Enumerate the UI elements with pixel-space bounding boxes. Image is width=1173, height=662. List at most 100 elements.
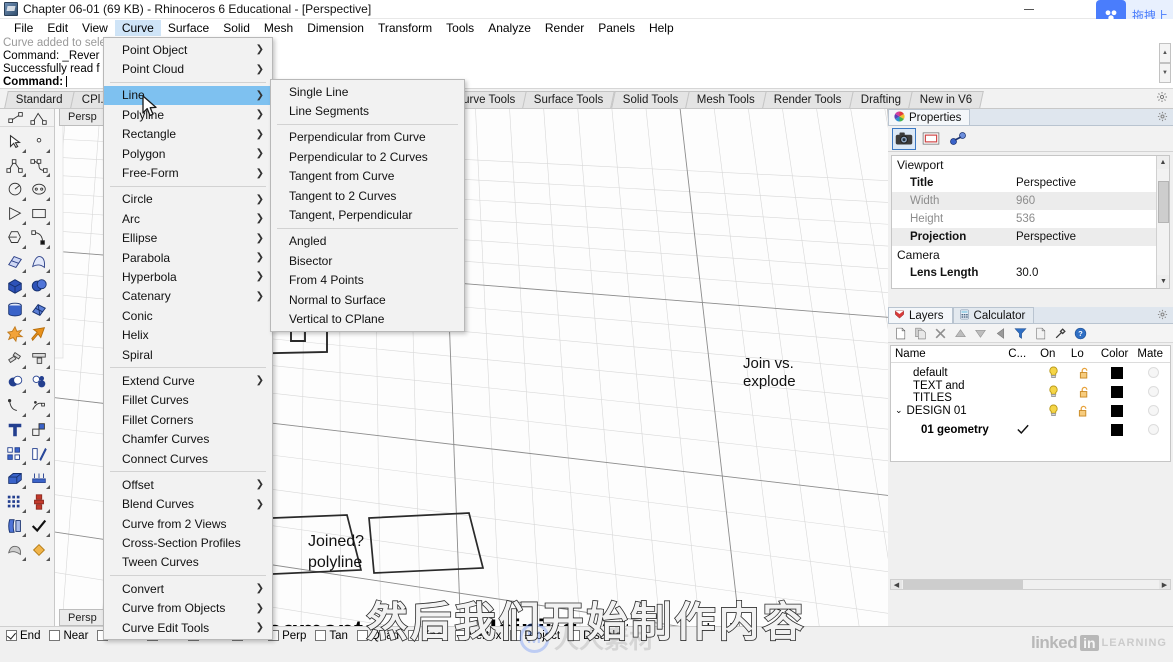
- table-row[interactable]: ⌄ DESIGN 01: [891, 401, 1170, 420]
- trim-icon[interactable]: [3, 346, 27, 370]
- menu-item-from-4-points[interactable]: From 4 Points: [271, 271, 464, 290]
- menu-item-parabola[interactable]: Parabola ❯: [104, 248, 272, 267]
- column-header-lock[interactable]: Lo: [1067, 348, 1097, 360]
- menu-item-curve-edit-tools[interactable]: Curve Edit Tools ❯: [104, 618, 272, 637]
- menu-file[interactable]: File: [7, 20, 40, 36]
- menu-item-point-object[interactable]: Point Object ❯: [104, 40, 272, 59]
- copy-object-icon[interactable]: [27, 418, 51, 442]
- cylinder-icon[interactable]: [3, 298, 27, 322]
- toolbar-tab-render-tools[interactable]: Render Tools: [762, 91, 854, 108]
- toolbar-tab-mesh-tools[interactable]: Mesh Tools: [685, 91, 767, 108]
- menu-item-curve-from-2-views[interactable]: Curve from 2 Views: [104, 514, 272, 533]
- scrollbar-thumb[interactable]: [1158, 181, 1169, 223]
- menu-item-perpendicular-from-curve[interactable]: Perpendicular from Curve: [271, 128, 464, 147]
- filter-icon[interactable]: [1011, 325, 1029, 342]
- rectangle-icon[interactable]: [27, 202, 51, 226]
- circle-icon[interactable]: [3, 178, 27, 202]
- osnap-vertex[interactable]: Vertex: [454, 630, 501, 642]
- osnap-vertex-checkbox[interactable]: [454, 630, 466, 641]
- column-header-current[interactable]: C...: [1004, 348, 1036, 360]
- layer-color-swatch[interactable]: [1097, 423, 1133, 436]
- spinner-down-arrow[interactable]: ▼: [1159, 63, 1171, 83]
- menu-item-catenary[interactable]: Catenary ❯: [104, 287, 272, 306]
- menu-item-line[interactable]: Line ❯: [104, 85, 272, 106]
- menu-mesh[interactable]: Mesh: [257, 20, 300, 36]
- copy-layer-icon[interactable]: [911, 325, 929, 342]
- layer-name[interactable]: default: [891, 367, 1005, 379]
- arc-icon[interactable]: [3, 202, 27, 226]
- layer-material-cell[interactable]: [1134, 386, 1170, 397]
- menu-item-tween-curves[interactable]: Tween Curves: [104, 553, 272, 572]
- menu-item-cross-section-profiles[interactable]: Cross-Section Profiles: [104, 533, 272, 552]
- menu-item-curve-from-objects[interactable]: Curve from Objects ❯: [104, 599, 272, 618]
- delete-layer-icon[interactable]: [931, 325, 949, 342]
- menu-curve[interactable]: Curve: [114, 20, 161, 36]
- page-icon[interactable]: [1031, 325, 1049, 342]
- layer-visibility-toggle[interactable]: [1036, 404, 1067, 417]
- osnap-near-checkbox[interactable]: [49, 630, 61, 641]
- new-layer-icon[interactable]: [891, 325, 909, 342]
- line-single-icon[interactable]: [4, 106, 27, 130]
- paint-bucket-icon[interactable]: [27, 538, 51, 562]
- table-row[interactable]: 01 geometry: [891, 420, 1170, 439]
- polyline-icon[interactable]: [27, 106, 50, 130]
- property-row-lens-length[interactable]: Lens Length 30.0: [892, 264, 1169, 282]
- boolean-union-icon[interactable]: [3, 370, 27, 394]
- layer-name[interactable]: 01 geometry: [891, 424, 1005, 436]
- menu-item-perpendicular-to-2-curves[interactable]: Perpendicular to 2 Curves: [271, 147, 464, 166]
- menu-item-ellipse[interactable]: Ellipse ❯: [104, 229, 272, 248]
- properties-scrollbar[interactable]: ▲ ▼: [1156, 156, 1169, 288]
- menu-edit[interactable]: Edit: [40, 20, 75, 36]
- explode-icon[interactable]: [3, 322, 27, 346]
- menu-item-spiral[interactable]: Spiral: [104, 345, 272, 364]
- menu-view[interactable]: View: [75, 20, 115, 36]
- camera-icon[interactable]: [892, 127, 916, 150]
- toolbar-tab-drafting[interactable]: Drafting: [848, 91, 913, 108]
- scroll-right-arrow[interactable]: ▶: [1159, 580, 1170, 589]
- menu-solid[interactable]: Solid: [216, 20, 257, 36]
- select-arrow-icon[interactable]: [3, 130, 27, 154]
- menu-item-fillet-curves[interactable]: Fillet Curves: [104, 391, 272, 410]
- toolbar-tab-new-in-v6[interactable]: New in V6: [908, 91, 985, 108]
- curve-blend-icon[interactable]: [3, 394, 27, 418]
- osnap-disable[interactable]: Disable: [569, 630, 621, 642]
- osnap-quad-checkbox[interactable]: [356, 630, 368, 641]
- command-scroll-spinner[interactable]: ▲ ▼: [1159, 43, 1171, 83]
- minimize-button[interactable]: [1013, 0, 1045, 19]
- column-header-color[interactable]: Color: [1097, 348, 1134, 360]
- table-row[interactable]: TEXT and TITLES: [891, 380, 1170, 404]
- property-value[interactable]: Perspective: [1010, 177, 1169, 189]
- layer-current-check[interactable]: [1005, 424, 1037, 435]
- point-icon[interactable]: [27, 130, 51, 154]
- menu-item-tangent-to-2-curves[interactable]: Tangent to 2 Curves: [271, 186, 464, 205]
- menu-panels[interactable]: Panels: [591, 20, 642, 36]
- menu-item-fillet-corners[interactable]: Fillet Corners: [104, 410, 272, 429]
- menu-help[interactable]: Help: [642, 20, 681, 36]
- menu-item-arc[interactable]: Arc ❯: [104, 209, 272, 228]
- column-header-material[interactable]: Mate: [1133, 348, 1170, 360]
- toolbar-tab-solid-tools[interactable]: Solid Tools: [610, 91, 690, 108]
- extrude-icon[interactable]: [3, 466, 27, 490]
- polyline-tool-icon[interactable]: [3, 154, 27, 178]
- unroll-surface-icon[interactable]: [3, 514, 27, 538]
- chevron-down-icon[interactable]: ⌄: [895, 405, 903, 416]
- transform-arrow-icon[interactable]: [27, 322, 51, 346]
- check-objects-icon[interactable]: [27, 514, 51, 538]
- osnap-knot[interactable]: Knot: [408, 630, 446, 642]
- layer-lock-toggle[interactable]: [1067, 405, 1097, 417]
- surface-loft-icon[interactable]: [27, 250, 51, 274]
- layers-table[interactable]: Name C... On Lo Color Mate default TEXT …: [890, 345, 1171, 462]
- viewport-tab-bottom[interactable]: Persp: [59, 609, 106, 626]
- menu-item-conic[interactable]: Conic: [104, 306, 272, 325]
- layer-lock-toggle[interactable]: [1067, 367, 1097, 379]
- move-up-icon[interactable]: [951, 325, 969, 342]
- boolean-difference-icon[interactable]: [27, 370, 51, 394]
- menu-item-point-cloud[interactable]: Point Cloud ❯: [104, 59, 272, 78]
- align-objects-icon[interactable]: [27, 490, 51, 514]
- osnap-end-checkbox[interactable]: [6, 630, 17, 641]
- layer-material-cell[interactable]: [1134, 367, 1170, 378]
- menu-analyze[interactable]: Analyze: [481, 20, 538, 36]
- layer-name[interactable]: TEXT and TITLES: [891, 380, 1005, 404]
- curve-fillet-icon[interactable]: [27, 226, 51, 250]
- osnap-quad[interactable]: Quad: [356, 630, 399, 642]
